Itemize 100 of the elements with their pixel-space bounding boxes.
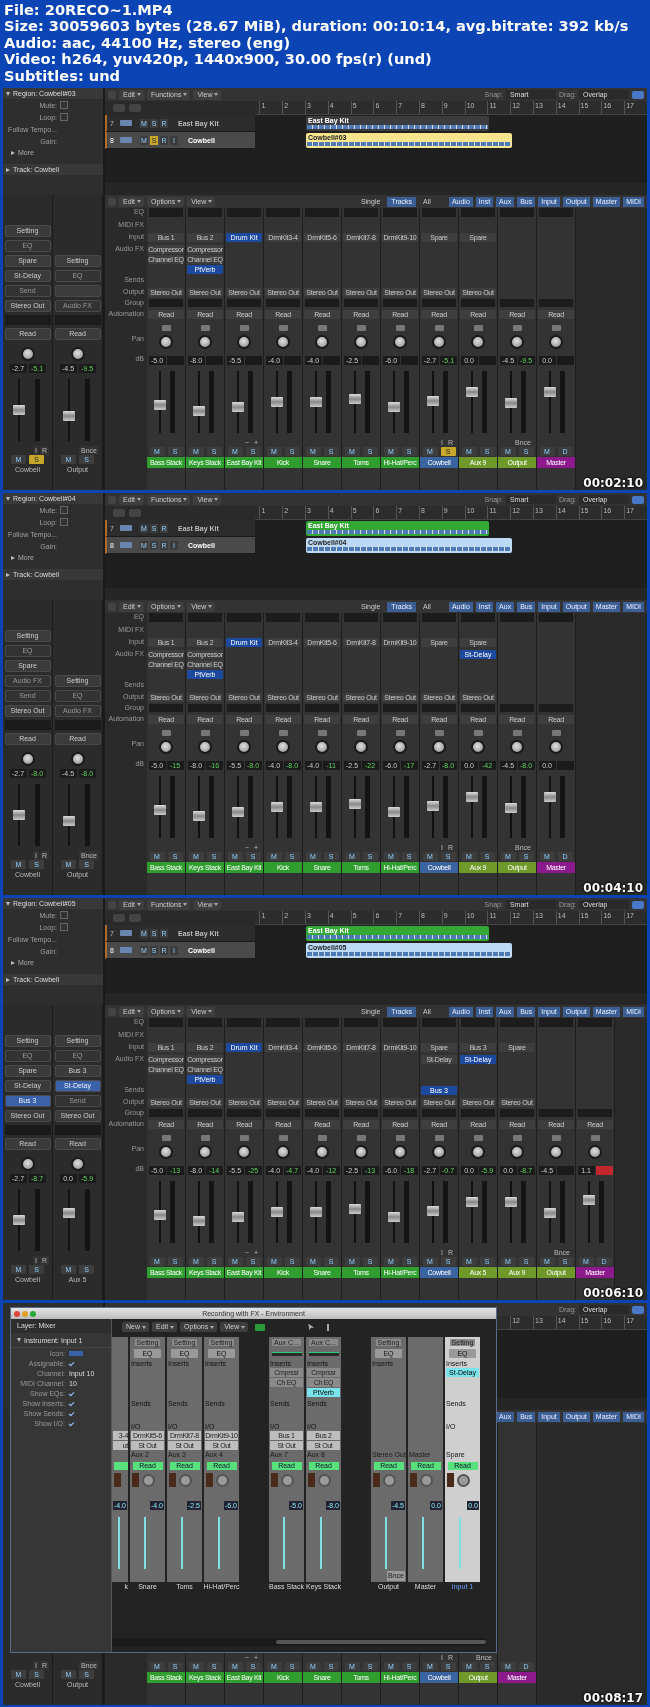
fader-handle[interactable] [427,396,439,406]
disclosure-icon[interactable] [6,167,10,172]
pan-knob[interactable] [315,1145,329,1159]
fader-handle[interactable] [583,1195,595,1205]
fader-handle[interactable] [310,1207,322,1217]
pan-knob[interactable] [276,740,290,754]
fader-handle[interactable] [505,1197,517,1207]
pan-knob[interactable] [159,335,173,349]
text-tool-icon[interactable] [327,1323,330,1331]
disclosure-icon[interactable] [11,555,15,560]
pan-knob[interactable] [549,740,563,754]
pan-knob[interactable] [315,335,329,349]
pan-knob[interactable] [20,347,35,361]
fader-handle[interactable] [12,405,25,415]
pan-knob[interactable] [510,1145,524,1159]
disclosure-icon[interactable] [6,901,10,906]
fader-handle[interactable] [193,1216,205,1226]
fader-handle[interactable] [271,397,283,407]
fader-handle[interactable] [62,1208,75,1218]
pan-knob[interactable] [70,752,85,766]
pan-knob[interactable] [393,740,407,754]
minimize-icon[interactable] [22,1310,28,1317]
pan-knob[interactable] [70,1157,85,1171]
fader-handle[interactable] [232,1212,244,1222]
pan-knob[interactable] [70,347,85,361]
fader-handle[interactable] [427,801,439,811]
add-track-icon[interactable] [113,914,125,922]
waveform-zoom-button[interactable] [632,1305,644,1314]
fader-handle[interactable] [154,805,166,815]
pan-knob[interactable] [237,740,251,754]
pan-knob[interactable] [510,335,524,349]
add-track-icon[interactable] [113,509,125,517]
fader-handle[interactable] [466,1197,478,1207]
pan-knob[interactable] [159,1145,173,1159]
fader-handle[interactable] [544,1208,556,1218]
checkbox[interactable] [60,101,68,109]
pan-knob[interactable] [393,335,407,349]
fader-handle[interactable] [12,810,25,820]
pan-knob[interactable] [237,335,251,349]
disclosure-icon[interactable] [6,572,10,577]
zoom-icon[interactable] [30,1310,36,1317]
disclosure-icon[interactable] [6,91,10,96]
fader-handle[interactable] [505,803,517,813]
fader-handle[interactable] [154,400,166,410]
add-track-icon[interactable] [113,104,125,112]
checkbox[interactable] [60,506,68,514]
pan-knob[interactable] [393,1145,407,1159]
fader-handle[interactable] [349,1204,361,1214]
pan-knob[interactable] [354,740,368,754]
fader-handle[interactable] [388,402,400,412]
pointer-tool-icon[interactable] [308,1323,315,1331]
disclosure-icon[interactable] [6,496,10,501]
checkbox[interactable] [60,113,68,121]
fader-handle[interactable] [310,397,322,407]
checkbox[interactable] [60,923,68,931]
fader-handle[interactable] [544,792,556,802]
pan-knob[interactable] [471,740,485,754]
fader-handle[interactable] [310,802,322,812]
fader-handle[interactable] [12,1215,25,1225]
folder-icon[interactable] [129,104,141,112]
pan-knob[interactable] [198,740,212,754]
fader-handle[interactable] [62,816,75,826]
pan-knob[interactable] [198,1145,212,1159]
fader-handle[interactable] [62,411,75,421]
pan-knob[interactable] [354,335,368,349]
pan-knob[interactable] [588,1145,602,1159]
pan-knob[interactable] [432,740,446,754]
scrollbar[interactable] [276,1640,486,1644]
fader-handle[interactable] [466,387,478,397]
fader-handle[interactable] [388,1212,400,1222]
fader-handle[interactable] [544,387,556,397]
waveform-zoom-button[interactable] [632,495,644,504]
checkbox[interactable] [60,911,68,919]
pan-knob[interactable] [471,335,485,349]
disclosure-icon[interactable] [11,150,15,155]
pan-knob[interactable] [315,740,329,754]
fader-handle[interactable] [349,394,361,404]
pan-knob[interactable] [354,1145,368,1159]
fader-handle[interactable] [193,811,205,821]
fader-handle[interactable] [388,807,400,817]
disclosure-icon[interactable] [11,960,15,965]
disclosure-icon[interactable] [6,977,10,982]
fader-handle[interactable] [154,1210,166,1220]
fader-handle[interactable] [271,1207,283,1217]
pan-knob[interactable] [237,1145,251,1159]
pan-knob[interactable] [549,335,563,349]
fader-handle[interactable] [271,802,283,812]
pan-knob[interactable] [471,1145,485,1159]
pan-knob[interactable] [20,752,35,766]
fader-handle[interactable] [349,799,361,809]
pan-knob[interactable] [549,1145,563,1159]
slot-button[interactable] [54,285,101,297]
fader-handle[interactable] [232,402,244,412]
fader-handle[interactable] [427,1206,439,1216]
pan-knob[interactable] [276,1145,290,1159]
waveform-zoom-button[interactable] [632,900,644,909]
fader-handle[interactable] [193,406,205,416]
link-icon[interactable] [255,1323,266,1331]
fader-handle[interactable] [466,792,478,802]
pan-knob[interactable] [159,740,173,754]
